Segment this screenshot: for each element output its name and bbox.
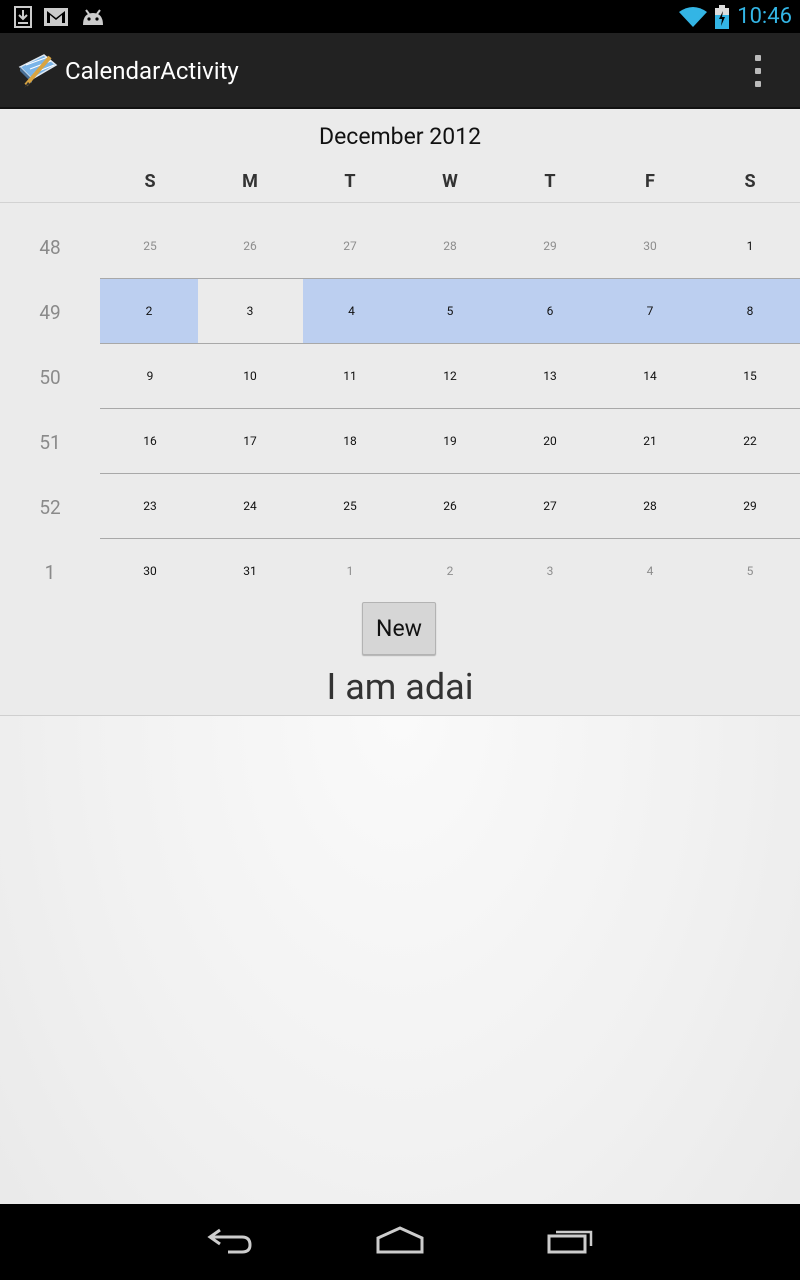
calendar-day[interactable]: 4 (600, 539, 700, 603)
day-header: M (242, 171, 258, 192)
back-icon[interactable] (206, 1224, 254, 1256)
day-header: S (144, 171, 156, 192)
calendar-day[interactable]: 26 (400, 474, 500, 538)
calendar-day-selected[interactable]: 4 (303, 279, 400, 343)
calendar-day[interactable]: 22 (700, 409, 800, 473)
week-number: 51 (39, 431, 61, 454)
calendar-day-selected[interactable]: 5 (400, 279, 500, 343)
calendar-day[interactable]: 17 (200, 409, 300, 473)
calendar-day[interactable]: 3 (500, 539, 600, 603)
clock: 10:46 (737, 4, 792, 29)
overflow-menu-icon[interactable] (744, 53, 772, 89)
calendar-day[interactable]: 1 (300, 539, 400, 603)
action-bar: CalendarActivity (0, 33, 800, 109)
calendar-day[interactable]: 31 (200, 539, 300, 603)
calendar-day[interactable]: 2 (400, 539, 500, 603)
calendar-day[interactable]: 25 (300, 474, 400, 538)
calendar-day[interactable]: 19 (400, 409, 500, 473)
system-icons: 10:46 (679, 3, 792, 31)
calendar-day[interactable]: 16 (100, 409, 200, 473)
week-number: 48 (39, 236, 61, 259)
recent-apps-icon[interactable] (547, 1224, 595, 1256)
calendar-day[interactable]: 18 (300, 409, 400, 473)
calendar-day[interactable]: 23 (100, 474, 200, 538)
content-area: December 2012 SMTWTFS 48 25 26 27 28 29 30 1 49 2… (0, 109, 800, 1204)
gmail-icon (44, 8, 68, 26)
calendar-day-selected[interactable]: 7 (600, 279, 700, 343)
calendar-day[interactable]: 10 (200, 344, 300, 408)
android-icon (83, 9, 103, 25)
day-header: T (344, 171, 356, 192)
battery-charging-icon (715, 5, 730, 29)
week-number: 1 (44, 561, 56, 584)
calendar-day[interactable]: 24 (200, 474, 300, 538)
calendar-day[interactable]: 28 (400, 214, 500, 278)
calendar-day[interactable]: 9 (100, 344, 200, 408)
new-button[interactable]: New (362, 602, 436, 655)
week-number: 52 (39, 496, 61, 519)
wifi-icon (679, 7, 708, 27)
week-number: 50 (39, 366, 61, 389)
calendar-day[interactable]: 28 (600, 474, 700, 538)
calendar-day[interactable]: 14 (600, 344, 700, 408)
calendar-day[interactable]: 11 (300, 344, 400, 408)
calendar-day[interactable]: 30 (100, 539, 200, 603)
calendar-day-selected[interactable]: 2 (100, 279, 198, 343)
calendar-day[interactable]: 30 (600, 214, 700, 278)
calendar-day[interactable]: 25 (100, 214, 200, 278)
header-divider (0, 202, 800, 203)
calendar-day[interactable]: 27 (500, 474, 600, 538)
day-header: S (744, 171, 756, 192)
calendar-day[interactable]: 3 (200, 279, 300, 343)
calendar-day[interactable]: 12 (400, 344, 500, 408)
notification-icons (14, 6, 106, 28)
calendar-day[interactable]: 29 (500, 214, 600, 278)
calendar-day[interactable]: 20 (500, 409, 600, 473)
week-number: 49 (39, 301, 61, 324)
calendar-day[interactable]: 1 (700, 214, 800, 278)
app-title: CalendarActivity (65, 57, 239, 85)
download-icon (14, 6, 32, 28)
calendar-day-selected[interactable]: 8 (700, 279, 800, 343)
calendar-day[interactable]: 21 (600, 409, 700, 473)
calendar-day[interactable]: 26 (200, 214, 300, 278)
calendar-day[interactable]: 27 (300, 214, 400, 278)
calendar-day[interactable]: 13 (500, 344, 600, 408)
calendar-day[interactable]: 29 (700, 474, 800, 538)
calendar-day-selected[interactable]: 6 (500, 279, 600, 343)
home-icon[interactable] (375, 1224, 425, 1256)
month-label: December 2012 (318, 123, 481, 150)
navigation-bar (0, 1204, 800, 1280)
text-label: I am adai (326, 666, 474, 708)
status-bar: 10:46 (0, 0, 800, 33)
calendar-day[interactable]: 15 (700, 344, 800, 408)
calendar-day[interactable]: 5 (700, 539, 800, 603)
day-header: F (645, 171, 655, 192)
day-header: W (442, 171, 458, 192)
calendar-app-icon[interactable] (16, 51, 58, 89)
day-header: T (544, 171, 556, 192)
